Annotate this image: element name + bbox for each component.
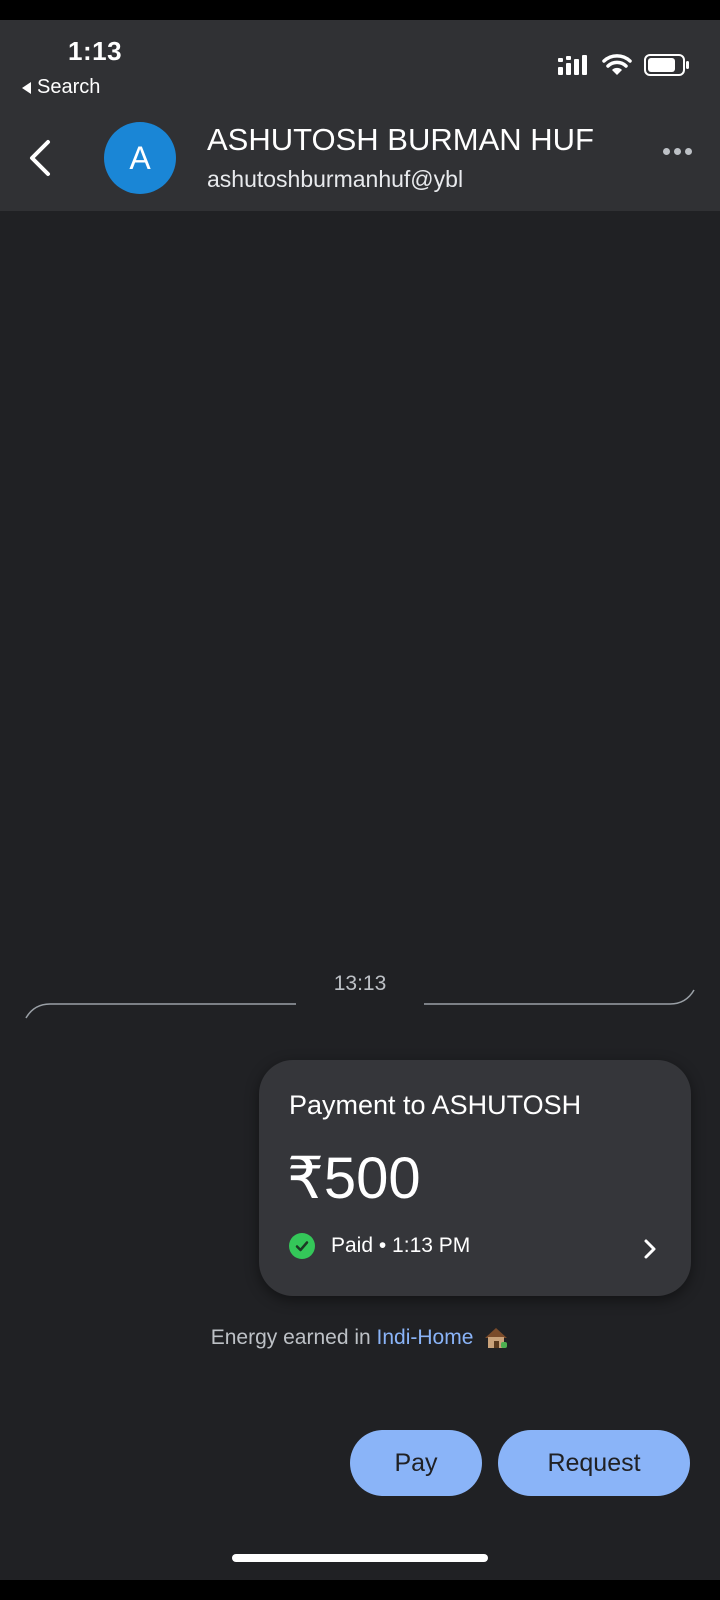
check-circle-icon xyxy=(289,1233,315,1259)
payment-card[interactable]: Payment to ASHUTOSH ₹500 Paid • 1:13 PM xyxy=(259,1060,691,1296)
contact-header: A ASHUTOSH BURMAN HUF ashutoshburmanhuf@… xyxy=(0,120,720,200)
energy-note: Energy earned in Indi-Home xyxy=(0,1326,720,1350)
top-bar: 1:13 Search A ASHUTOSH BURMAN HUF ashuto… xyxy=(0,20,720,211)
payment-title: Payment to ASHUTOSH xyxy=(289,1090,582,1120)
request-button[interactable]: Request xyxy=(498,1430,690,1496)
avatar[interactable]: A xyxy=(104,122,176,194)
contact-upi-id: ashutoshburmanhuf@ybl xyxy=(207,166,464,192)
back-triangle-icon xyxy=(22,81,31,94)
divider-time: 13:13 xyxy=(333,972,387,995)
status-icons xyxy=(558,54,690,76)
home-indicator[interactable] xyxy=(232,1554,488,1562)
back-button[interactable] xyxy=(20,132,60,184)
status-time: 1:13 xyxy=(68,36,123,66)
back-to-search-label: Search xyxy=(37,76,101,98)
back-arrow-icon xyxy=(30,140,50,176)
payment-status: Paid • 1:13 PM xyxy=(289,1233,470,1259)
pay-button[interactable]: Pay xyxy=(350,1430,482,1496)
chevron-right-icon[interactable] xyxy=(643,1238,657,1265)
wifi-icon xyxy=(602,54,632,75)
payment-amount: ₹500 xyxy=(287,1146,421,1211)
indi-home-link[interactable]: Indi-Home xyxy=(377,1326,474,1349)
signal-icon xyxy=(558,55,587,75)
battery-icon xyxy=(644,54,689,76)
more-options-button[interactable] xyxy=(663,148,692,155)
back-to-search-link[interactable]: Search xyxy=(22,76,100,99)
payment-status-text: Paid • 1:13 PM xyxy=(331,1234,471,1257)
app-screen: 1:13 Search A ASHUTOSH BURMAN HUF ashuto… xyxy=(0,20,720,1580)
energy-prefix: Energy earned in xyxy=(210,1326,377,1349)
contact-name: ASHUTOSH BURMAN HUF xyxy=(207,122,594,157)
house-icon xyxy=(485,1328,508,1349)
date-divider: 13:13 xyxy=(0,960,720,1020)
more-dots-icon xyxy=(663,148,670,155)
